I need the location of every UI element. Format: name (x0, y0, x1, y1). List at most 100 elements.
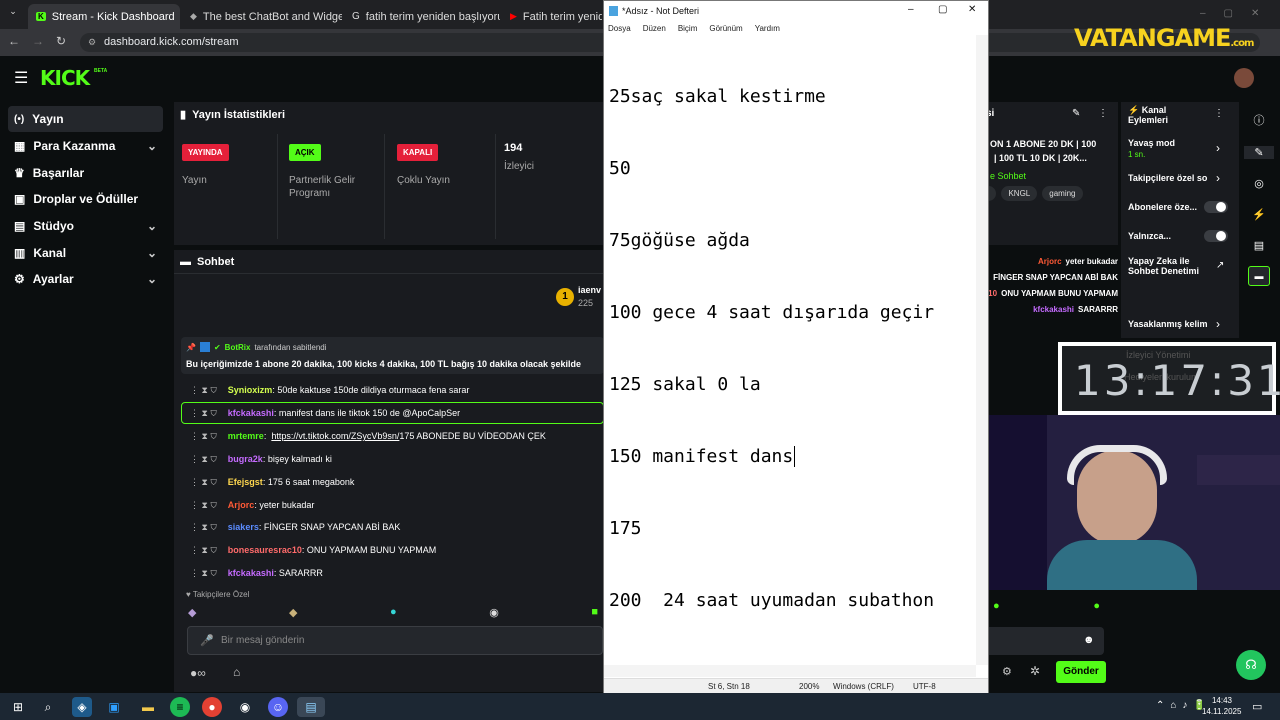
chrome-icon[interactable]: ● (202, 697, 222, 717)
file-explorer-icon[interactable]: ▬ (138, 697, 158, 717)
windows-start-icon[interactable]: ⊞ (8, 697, 28, 717)
chat-message[interactable]: ⋮ ⧗ ⛉ kfckakashi: SARARRR (186, 562, 606, 584)
store-icon[interactable]: ▣ (104, 697, 124, 717)
external-link-icon[interactable]: ↗ (1216, 260, 1224, 271)
horizontal-scrollbar[interactable] (604, 665, 976, 677)
edit-icon[interactable]: ✎ (1244, 146, 1274, 159)
document-icon[interactable]: ▤ (1244, 239, 1274, 252)
menu-duzen[interactable]: Düzen (643, 24, 666, 33)
chat-username[interactable]: kfckakashi (228, 568, 274, 578)
tab-kick-dashboard[interactable]: K Stream - Kick Dashboard ✕ (28, 4, 180, 29)
message-actions-icon[interactable]: ⋮ ⧗ ⛉ (190, 385, 217, 396)
message-actions-icon[interactable]: ⋮ ⧗ ⛉ (190, 500, 217, 511)
avatar[interactable] (1234, 68, 1254, 88)
chat-username[interactable]: bugra2k (228, 454, 263, 464)
chat-username[interactable]: siakers (228, 522, 259, 532)
sidebar-item-kanal[interactable]: ▥ Kanal ⌄ (8, 240, 163, 266)
chat-username[interactable]: Efejsgst (228, 477, 263, 487)
message-actions-icon[interactable]: ⋮ ⧗ ⛉ (190, 454, 217, 465)
gear-icon[interactable]: ⚙ (1002, 665, 1012, 678)
stream-category[interactable]: e Sohbet (990, 171, 1026, 181)
notepad-taskbar-icon[interactable]: ▤ (297, 697, 325, 717)
message-actions-icon[interactable]: ⋮ ⧗ ⛉ (190, 545, 217, 556)
chat-username[interactable]: mrtemre (228, 431, 264, 441)
hamburger-menu-icon[interactable]: ☰ (14, 68, 28, 88)
chat-link[interactable]: https://vt.tiktok.com/ZSycVb9sn/ (271, 431, 399, 441)
emote-icon[interactable]: ◉ (489, 606, 499, 620)
menu-gorunum[interactable]: Görünüm (709, 24, 742, 33)
discord-icon[interactable]: ☺ (268, 697, 288, 717)
message-actions-icon[interactable]: ⋮ ⧗ ⛉ (190, 477, 217, 488)
chat-message[interactable]: ⋮ ⧗ ⛉ bugra2k: bişey kalmadı ki (186, 448, 606, 470)
tag[interactable]: gaming (1042, 186, 1083, 201)
sub-only-toggle[interactable] (1204, 201, 1228, 213)
tab-search-icon[interactable]: ⌄ (6, 6, 20, 20)
spotify-icon[interactable]: ≡ (170, 697, 190, 717)
chat-input-right[interactable]: ☻ (989, 627, 1104, 655)
sidebar-item-droplar[interactable]: ▣ Droplar ve Ödüller (8, 186, 163, 212)
message-actions-icon[interactable]: ⋮ ⧗ ⛉ (190, 431, 217, 442)
chat-input[interactable]: 🎤 Bir mesaj gönderin (187, 626, 603, 655)
site-info-icon[interactable]: ⚙ (88, 33, 96, 52)
emote-icon[interactable]: ◆ (289, 606, 297, 620)
chevron-right-icon[interactable]: › (1216, 141, 1220, 155)
message-actions-icon[interactable]: ⋮ ⧗ ⛉ (190, 568, 217, 579)
emote-icon[interactable]: ■ (591, 606, 598, 620)
tab-chatbot[interactable]: ◆ The best ChatBot and Widgets ✕ (182, 4, 342, 29)
chat-message[interactable]: ⋮ ⧗ ⛉ bonesauresrac10: ONU YAPMAM BUNU YA… (186, 539, 606, 561)
settings-cog-icon[interactable]: ✲ (1030, 664, 1040, 678)
pinned-by[interactable]: BotRix (225, 343, 251, 352)
screen-icon[interactable]: ◎ (1244, 177, 1274, 190)
microphone-icon[interactable]: 🎤 (200, 634, 214, 647)
more-options-icon[interactable]: ⋮ (1098, 108, 1108, 119)
menu-yardim[interactable]: Yardım (755, 24, 780, 33)
store-icon[interactable]: ⌂ (233, 665, 240, 679)
vertical-scrollbar[interactable] (976, 35, 988, 665)
tab-fatih-2[interactable]: ▶ Fatih terim yeniden ba (502, 4, 602, 29)
chevron-right-icon[interactable]: › (1216, 317, 1220, 331)
sidebar-item-basarilar[interactable]: ♛ Başarılar (8, 160, 163, 186)
window-controls-icon[interactable]: –▢✕ (1200, 8, 1277, 19)
minimize-icon[interactable]: – (908, 4, 914, 15)
steam-icon[interactable]: ◈ (72, 697, 92, 717)
chat-message[interactable]: ⋮ ⧗ ⛉ Synioxizm: 50de kaktuse 150de dildi… (186, 379, 606, 401)
emote-only-toggle[interactable] (1204, 230, 1228, 242)
chat-message[interactable]: ⋮ ⧗ ⛉ mrtemre: https://vt.tiktok.com/ZSycV… (186, 425, 606, 447)
top-donor-name[interactable]: iaenv (578, 285, 601, 295)
clock-date[interactable]: 14.11.2025 (1202, 707, 1241, 716)
chat-message[interactable]: ⋮ ⧗ ⛉ siakers: FİNGER SNAP YAPCAN ABİ BAK (186, 516, 606, 538)
search-icon[interactable]: ⌕ (38, 697, 58, 717)
forward-icon[interactable]: → (32, 34, 44, 48)
close-icon[interactable]: ✕ (968, 4, 976, 15)
menu-bicim[interactable]: Biçim (678, 24, 698, 33)
tag[interactable]: KNGL (1001, 186, 1038, 201)
info-icon[interactable]: ⓘ (1244, 112, 1274, 128)
emote-icon[interactable]: ● (1093, 600, 1100, 624)
edit-icon[interactable]: ✎ (1072, 108, 1080, 119)
menu-dosya[interactable]: Dosya (608, 24, 631, 33)
sidebar-item-studyo[interactable]: ▤ Stüdyo ⌄ (8, 213, 163, 239)
kicks-icon[interactable]: ●∞ (190, 666, 206, 680)
tab-fatih-1[interactable]: G fatih terim yeniden başlıyoruz ✕ (344, 4, 500, 29)
notification-icon[interactable]: ▭ (1252, 700, 1262, 713)
chat-message[interactable]: ⋮ ⧗ ⛉ Arjorc: yeter bukadar (186, 494, 606, 516)
chat-message[interactable]: ⋮ ⧗ ⛉ Efejsgst: 175 6 saat megabonk (186, 471, 606, 493)
message-actions-icon[interactable]: ⋮ ⧗ ⛉ (190, 522, 217, 533)
message-actions-icon[interactable]: ⋮ ⧗ ⛉ (190, 408, 217, 419)
maximize-icon[interactable]: ▢ (938, 4, 947, 15)
emote-icon[interactable]: ● (993, 600, 1000, 624)
support-icon[interactable]: ☊ (1236, 650, 1266, 680)
chevron-right-icon[interactable]: › (1216, 171, 1220, 185)
chat-toggle-icon[interactable]: ▬ (1248, 266, 1270, 286)
clock-time[interactable]: 14:43 (1202, 696, 1232, 705)
notepad-text-area[interactable]: 25saç sakal kestirme 50 75göğüse ağda 10… (609, 37, 969, 661)
chat-username[interactable]: kfckakashi (228, 408, 274, 418)
chat-username[interactable]: Arjorc (228, 500, 255, 510)
emoji-icon[interactable]: ☻ (1083, 634, 1095, 646)
emote-icon[interactable]: ● (390, 606, 397, 620)
chat-username[interactable]: Synioxizm (228, 385, 273, 395)
reload-icon[interactable]: ↻ (56, 34, 66, 48)
obs-icon[interactable]: ◉ (235, 697, 255, 717)
back-icon[interactable]: ← (8, 34, 20, 48)
sidebar-item-ayarlar[interactable]: ⚙ Ayarlar ⌄ (8, 266, 163, 292)
